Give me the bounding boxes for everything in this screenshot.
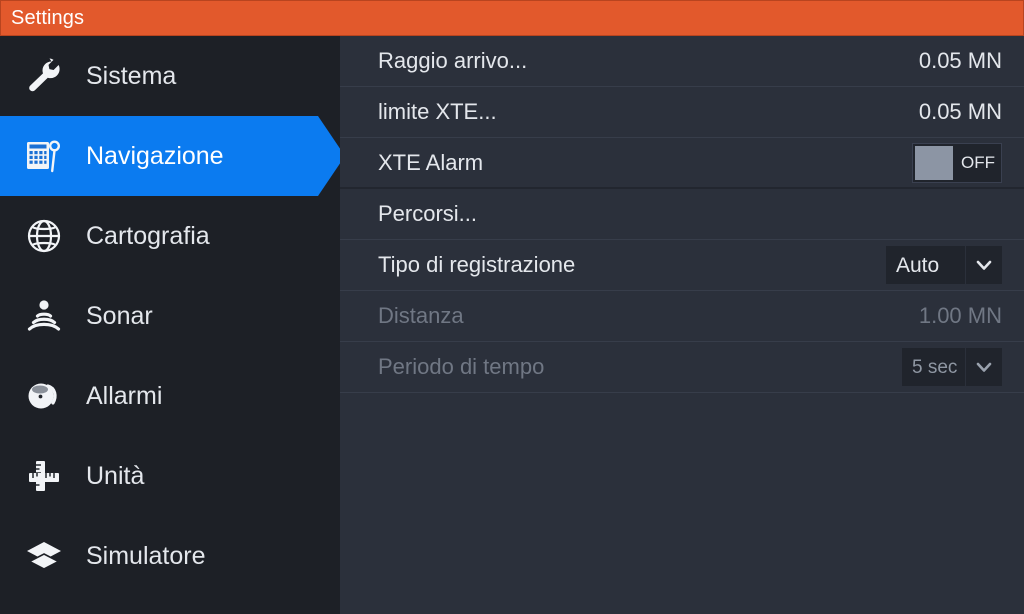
bell-icon [16, 368, 72, 424]
xte-alarm-toggle[interactable]: OFF [912, 142, 1002, 183]
setting-label: limite XTE... [378, 99, 497, 124]
setting-row-xte-alarm[interactable]: XTE Alarm OFF [340, 138, 1024, 189]
setting-label: Periodo di tempo [378, 354, 545, 379]
globe-icon [16, 208, 72, 264]
setting-row-xte-limit[interactable]: limite XTE... 0.05 MN [340, 87, 1024, 138]
sidebar-item-label: Allarmi [86, 381, 163, 410]
sidebar-item-label: Navigazione [86, 141, 224, 170]
sidebar-item-allarmi[interactable]: Allarmi [0, 356, 340, 436]
setting-value: 1.00 MN [918, 303, 1002, 328]
window-titlebar: Settings [0, 0, 1024, 36]
page-title: Settings [11, 7, 85, 29]
sidebar-item-simulatore[interactable]: Simulatore [0, 516, 340, 596]
wrench-icon [16, 48, 72, 104]
sidebar-item-navigazione[interactable]: Navigazione [0, 116, 345, 196]
toggle-state-label: OFF [961, 153, 995, 172]
recording-type-dropdown[interactable]: Auto [886, 246, 1002, 284]
sidebar: Sistema Navigazione Cartografia Sonar Al… [0, 36, 345, 614]
setting-row-periodo-tempo: Periodo di tempo 5 sec [340, 342, 1024, 393]
sidebar-item-label: Sistema [86, 61, 177, 90]
setting-label: Distanza [378, 303, 464, 328]
sidebar-item-cartografia[interactable]: Cartografia [0, 196, 340, 276]
sonar-icon [16, 288, 72, 344]
sidebar-item-label: Unità [86, 461, 145, 490]
toggle-knob [915, 145, 953, 180]
setting-row-tipo-registrazione[interactable]: Tipo di registrazione Auto [340, 240, 1024, 291]
sidebar-item-sistema[interactable]: Sistema [0, 36, 340, 116]
chevron-down-icon [965, 348, 1002, 386]
ruler-icon [16, 448, 72, 504]
setting-label: Percorsi... [378, 201, 478, 226]
setting-label: Tipo di registrazione [378, 252, 576, 277]
chevron-down-icon [965, 246, 1002, 284]
sidebar-item-unita[interactable]: Unità [0, 436, 340, 516]
sidebar-item-sonar[interactable]: Sonar [0, 276, 340, 356]
setting-value: 0.05 MN [918, 99, 1002, 124]
setting-row-percorsi[interactable]: Percorsi... [340, 189, 1024, 240]
time-period-dropdown[interactable]: 5 sec [902, 348, 1002, 386]
setting-row-distanza: Distanza 1.00 MN [340, 291, 1024, 342]
setting-value: 0.05 MN [918, 48, 1002, 73]
dropdown-value: 5 sec [912, 356, 958, 378]
sidebar-item-label: Cartografia [86, 221, 210, 250]
setting-label: Raggio arrivo... [378, 48, 528, 73]
settings-panel: Raggio arrivo... 0.05 MN limite XTE... 0… [340, 36, 1024, 614]
sidebar-item-label: Simulatore [86, 541, 206, 570]
settings-window: Settings Sistema Navigazione Cartografia… [0, 0, 1024, 614]
sidebar-item-label: Sonar [86, 301, 153, 330]
dropdown-value: Auto [896, 253, 940, 277]
setting-row-arrival-radius[interactable]: Raggio arrivo... 0.05 MN [340, 36, 1024, 87]
chart-plot-icon [16, 128, 72, 184]
layers-icon [16, 528, 72, 584]
setting-label: XTE Alarm [378, 149, 484, 175]
